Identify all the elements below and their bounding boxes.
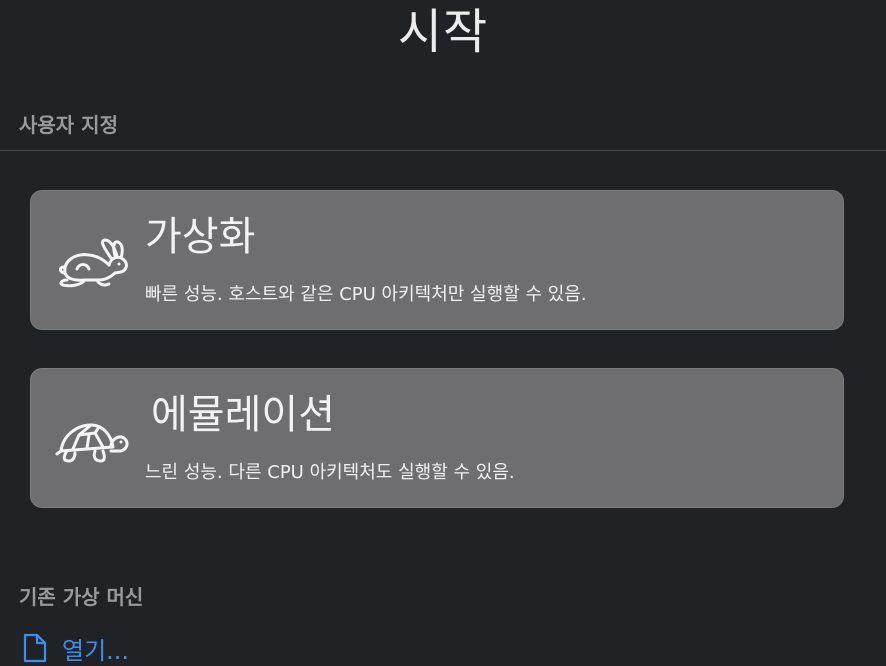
- open-link-label: 열기...: [62, 636, 130, 665]
- turtle-icon: [55, 411, 131, 469]
- virtualize-title: 가상화: [145, 214, 256, 260]
- section-divider: [0, 150, 886, 151]
- virtualize-description: 빠른 성능. 호스트와 같은 CPU 아키텍처만 실행할 수 있음.: [145, 284, 587, 305]
- virtualize-option-button[interactable]: 가상화 빠른 성능. 호스트와 같은 CPU 아키텍처만 실행할 수 있음.: [30, 190, 844, 330]
- emulate-option-button[interactable]: 에뮬레이션 느린 성능. 다른 CPU 아키텍처도 실행할 수 있음.: [30, 368, 844, 508]
- emulate-description: 느린 성능. 다른 CPU 아키텍처도 실행할 수 있음.: [145, 462, 515, 483]
- section-header-existing: 기존 가상 머신: [19, 585, 144, 609]
- emulate-title: 에뮬레이션: [151, 392, 335, 438]
- section-header-custom: 사용자 지정: [19, 113, 118, 137]
- start-page: 시작 사용자 지정 가상화 빠른 성능. 호스트와 같은 CPU 아키텍처만 실…: [0, 0, 886, 666]
- rabbit-icon: [55, 233, 131, 291]
- open-vm-link[interactable]: 열기...: [22, 630, 129, 666]
- document-icon: [22, 632, 48, 664]
- page-title: 시작: [397, 4, 489, 60]
